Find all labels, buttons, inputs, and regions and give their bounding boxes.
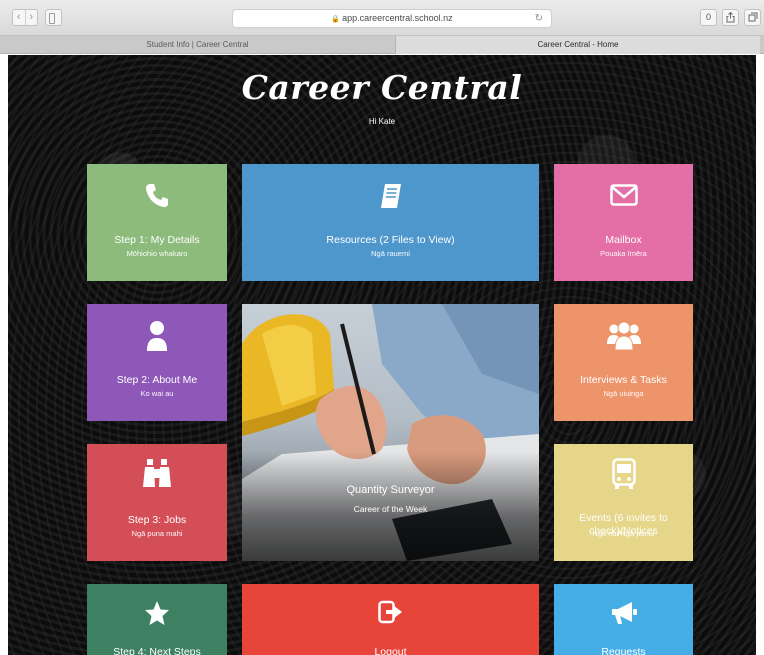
resources-tile[interactable]: Resources (2 Files to View) Ngā rauemi — [242, 164, 539, 281]
mailbox-tile[interactable]: Mailbox Pouaka īmēra — [554, 164, 693, 281]
tile-subtitle: Ngā hui/Ngā pānui — [592, 529, 655, 538]
feature-title: Quantity Surveyor — [346, 484, 435, 496]
browser-toolbar: ‹ › 🔒 app.careercentral.school.nz ↻ 0 — [0, 0, 764, 36]
tile-subtitle: Ngā puna mahi — [131, 529, 183, 538]
extension-button[interactable]: 0 — [700, 9, 717, 26]
step3-jobs-tile[interactable]: Step 3: Jobs Ngā puna mahi — [87, 444, 227, 561]
tile-title: Step 4: Next Steps — [113, 646, 201, 655]
sidebar-toggle-button[interactable] — [45, 9, 62, 26]
address-bar[interactable]: 🔒 app.careercentral.school.nz ↻ — [232, 9, 552, 28]
career-of-the-week-feature[interactable]: Quantity Surveyor Career of the Week — [242, 304, 539, 561]
feature-subtitle: Career of the Week — [353, 504, 428, 514]
forward-button[interactable]: › — [24, 10, 38, 25]
megaphone-icon — [554, 600, 693, 626]
url-text: app.careercentral.school.nz — [342, 13, 453, 23]
tile-title: Requests — [601, 646, 646, 655]
sign-out-icon — [242, 600, 539, 624]
share-button[interactable] — [722, 9, 739, 26]
tile-subtitle: Ngā uiuinga — [603, 389, 644, 398]
phone-icon — [87, 182, 227, 208]
page-title: Career Central — [241, 68, 523, 107]
tile-subtitle: Ko wai au — [140, 389, 174, 398]
tile-subtitle: Mōhiohio whakaro — [126, 249, 188, 258]
tile-title: Logout — [374, 646, 407, 655]
step1-my-details-tile[interactable]: Step 1: My Details Mōhiohio whakaro — [87, 164, 227, 281]
reload-icon[interactable]: ↻ — [535, 10, 543, 27]
tab-career-central-home[interactable]: Career Central - Home — [396, 36, 760, 54]
step2-about-me-tile[interactable]: Step 2: About Me Ko wai au — [87, 304, 227, 421]
tile-title: Step 3: Jobs — [127, 514, 187, 526]
bus-icon — [554, 458, 693, 490]
share-icon — [726, 11, 735, 23]
users-icon — [554, 320, 693, 350]
logout-tile[interactable]: Logout — [242, 584, 539, 655]
tab-bar: Student Info | Career Central Career Cen… — [0, 36, 764, 54]
lock-icon: 🔒 — [331, 16, 341, 23]
page-content: Career Central Hi Kate Step 1: My Detail… — [8, 55, 756, 655]
tile-subtitle: Ngā rauemi — [371, 249, 410, 258]
tile-title: Step 1: My Details — [114, 234, 200, 246]
tile-title: Mailbox — [605, 234, 642, 246]
user-icon — [87, 320, 227, 352]
tabs-button[interactable] — [744, 9, 761, 26]
requests-tile[interactable]: Requests — [554, 584, 693, 655]
binoculars-icon — [87, 458, 227, 488]
step4-next-steps-tile[interactable]: Step 4: Next Steps — [87, 584, 227, 655]
tabs-icon — [748, 12, 757, 22]
envelope-icon — [554, 184, 693, 206]
interviews-tasks-tile[interactable]: Interviews & Tasks Ngā uiuinga — [554, 304, 693, 421]
book-icon — [242, 182, 539, 210]
history-buttons: ‹ › — [12, 9, 38, 26]
events-notices-tile[interactable]: Events (6 invites to check)/Notices Ngā … — [554, 444, 693, 561]
tile-subtitle: Pouaka īmēra — [600, 249, 647, 258]
star-icon — [87, 600, 227, 626]
tab-student-info[interactable]: Student Info | Career Central — [0, 36, 396, 54]
tile-title: Resources (2 Files to View) — [326, 234, 455, 246]
back-button[interactable]: ‹ — [13, 10, 25, 25]
tile-title: Step 2: About Me — [116, 374, 198, 386]
greeting: Hi Kate — [368, 117, 396, 126]
tile-title: Interviews & Tasks — [580, 374, 667, 386]
